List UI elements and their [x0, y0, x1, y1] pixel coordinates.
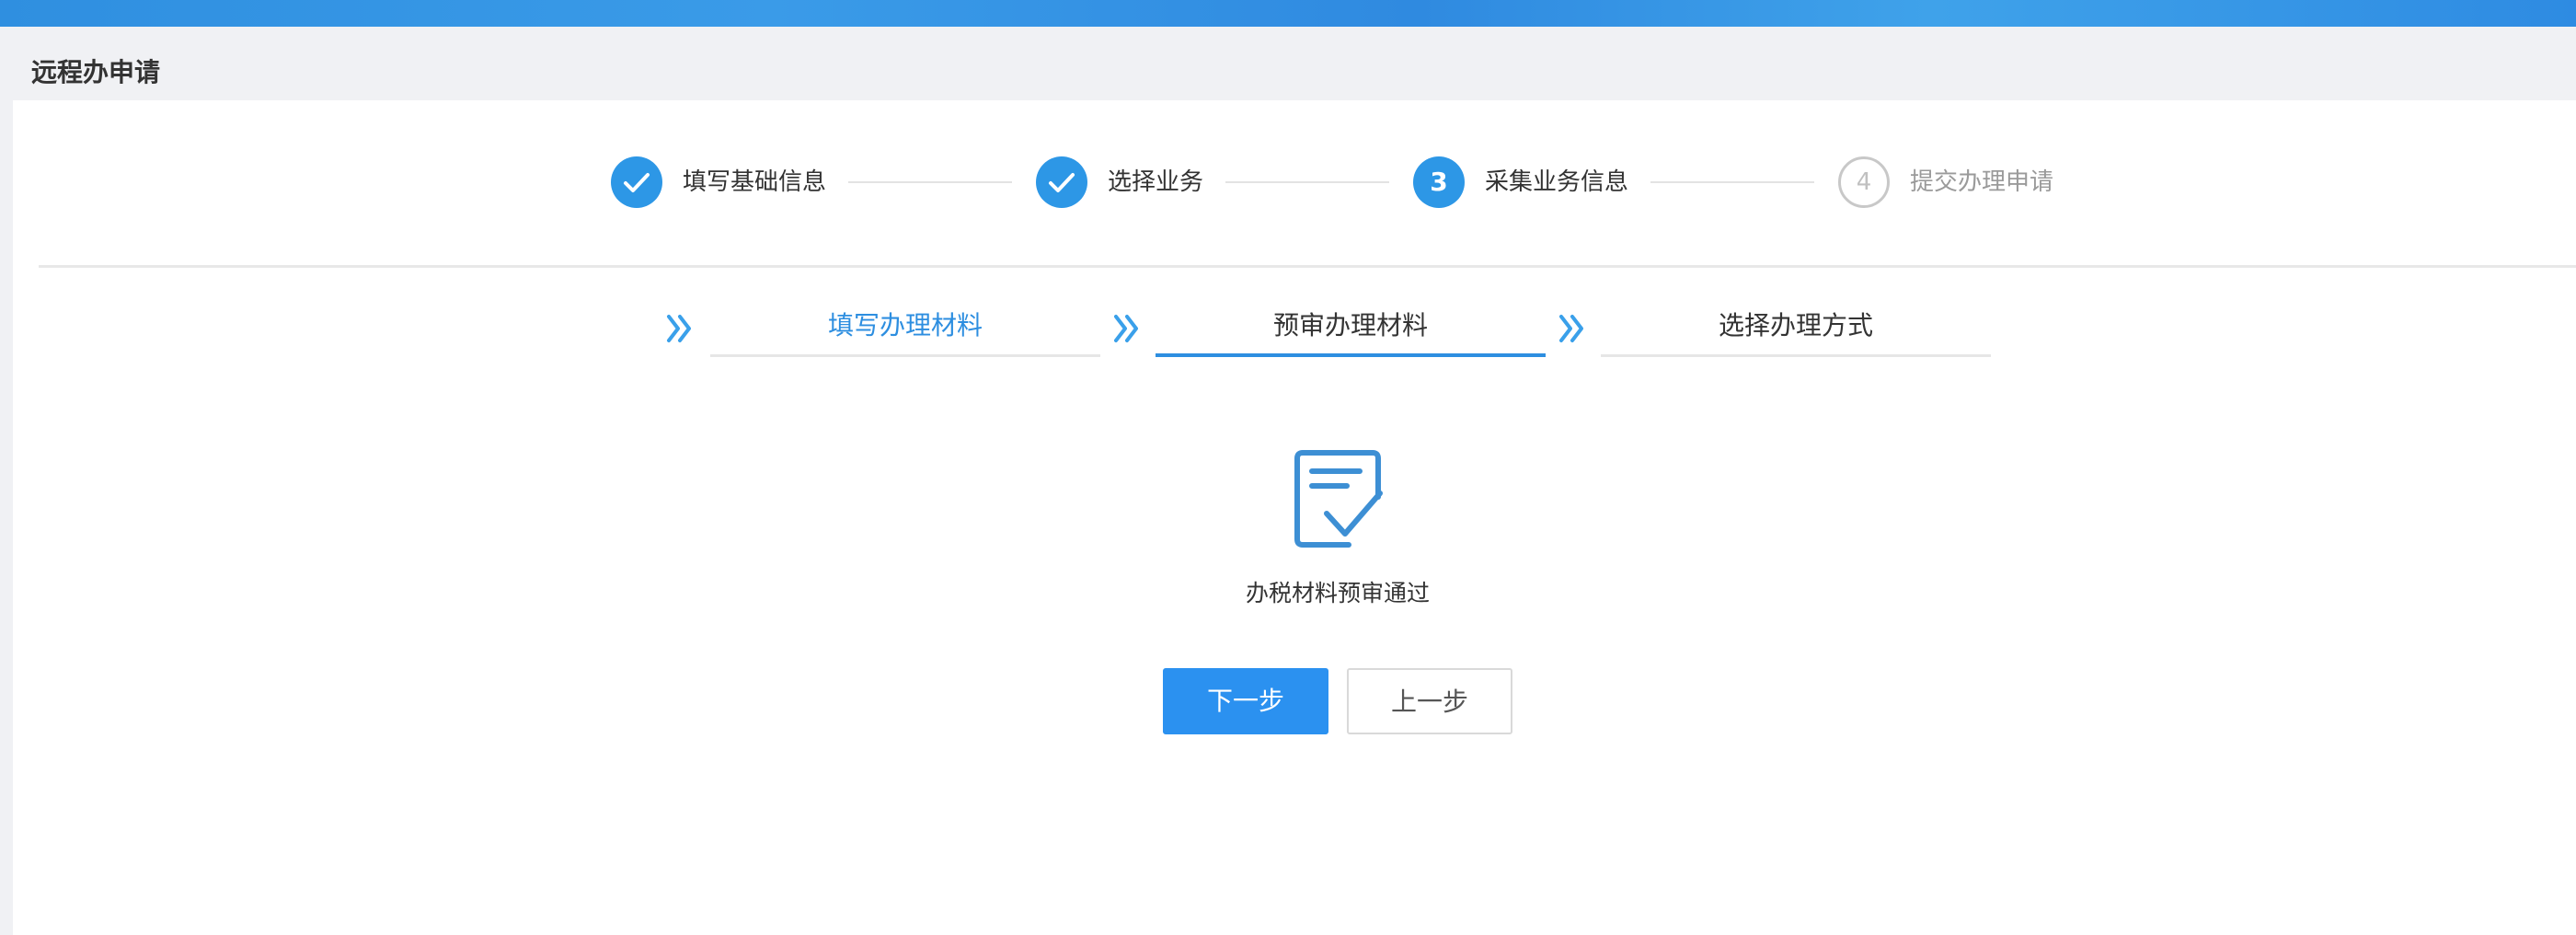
double-chevron-right-icon: [1557, 313, 1588, 348]
subtab-review-materials[interactable]: 预审办理材料: [1156, 304, 1546, 357]
page-header: [0, 27, 2576, 100]
step-4-number: 4: [1838, 156, 1890, 208]
check-icon: [1036, 156, 1087, 208]
step-4-label: 提交办理申请: [1910, 168, 2054, 196]
step-3-label: 采集业务信息: [1485, 168, 1629, 196]
review-result-message: 办税材料预审通过: [1245, 580, 1430, 606]
subtab-choose-method[interactable]: 选择办理方式: [1601, 304, 1991, 357]
previous-step-button[interactable]: 上一步: [1347, 668, 1512, 734]
double-chevron-right-icon: [664, 313, 696, 348]
page-title: 远程办申请: [31, 57, 161, 87]
document-check-icon: [1292, 449, 1384, 556]
step-1-label: 填写基础信息: [683, 168, 827, 196]
step-connector: [1225, 181, 1389, 183]
step-connector: [1650, 181, 1814, 183]
double-chevron-right-icon: [1111, 313, 1143, 348]
step-connector: [848, 181, 1012, 183]
subtab-fill-materials[interactable]: 填写办理材料: [710, 304, 1100, 357]
check-icon: [611, 156, 662, 208]
next-step-button[interactable]: 下一步: [1163, 668, 1328, 734]
top-banner: [0, 0, 2576, 27]
section-divider: [39, 265, 2576, 268]
step-3-number: 3: [1413, 156, 1465, 208]
step-2-label: 选择业务: [1108, 168, 1204, 196]
